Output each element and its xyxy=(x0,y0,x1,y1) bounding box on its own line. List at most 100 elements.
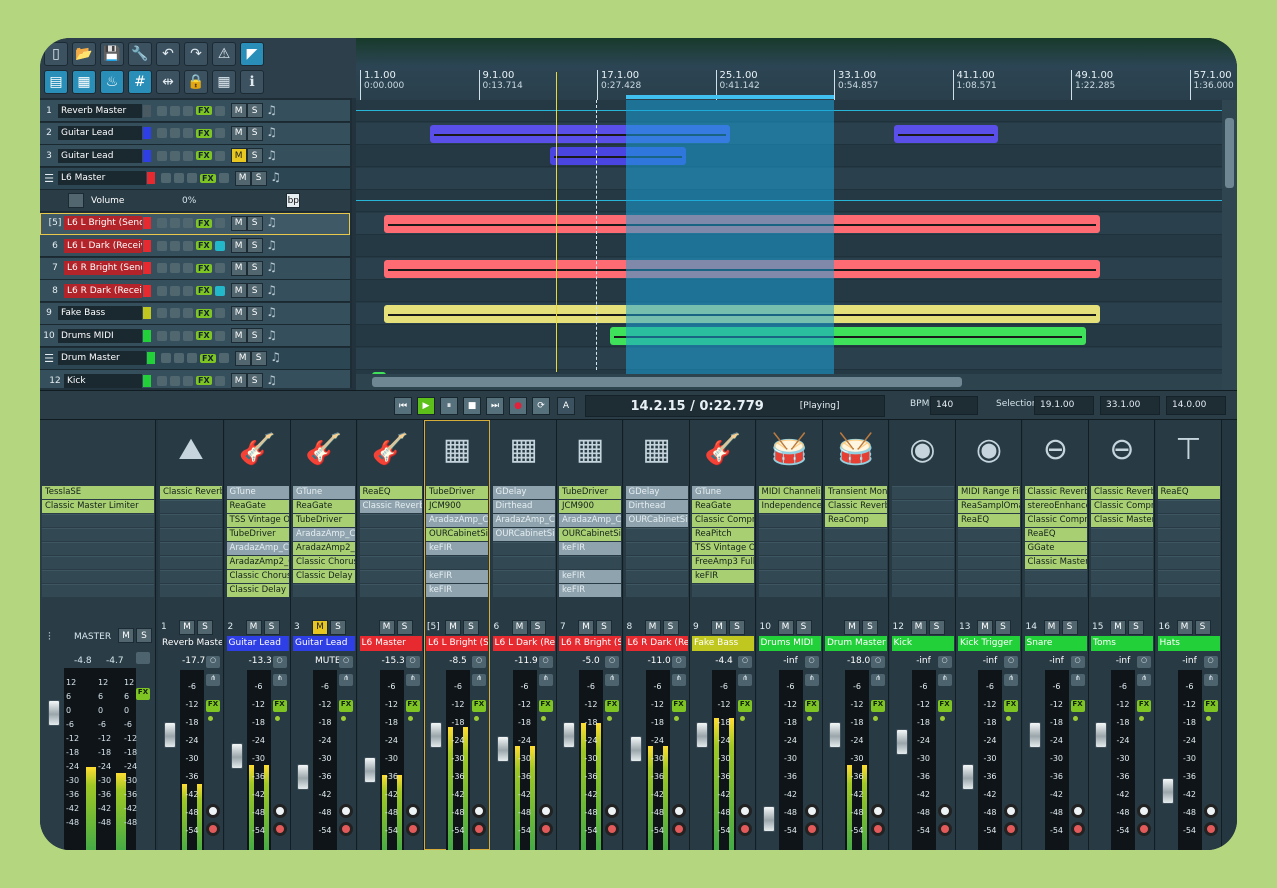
empty-fx-slot[interactable] xyxy=(1091,556,1153,569)
empty-fx-slot[interactable] xyxy=(1091,528,1153,541)
pan-knob-icon[interactable]: ○ xyxy=(538,656,553,668)
empty-fx-slot[interactable] xyxy=(160,570,222,583)
phase-icon[interactable] xyxy=(187,173,197,183)
rec-arm-icon[interactable] xyxy=(174,173,184,183)
empty-fx-slot[interactable] xyxy=(1024,570,1087,583)
empty-fx-slot[interactable] xyxy=(692,584,754,597)
width-icon[interactable]: ⋔ xyxy=(405,674,420,686)
strip-solo-button[interactable]: S xyxy=(396,619,413,635)
volume-fader[interactable] xyxy=(629,736,642,762)
rec-arm-icon[interactable] xyxy=(170,263,180,273)
io-icon[interactable] xyxy=(218,353,229,363)
io-icon[interactable] xyxy=(214,285,225,296)
envelope-arm-button[interactable] xyxy=(68,193,84,208)
fx-slot[interactable]: MIDI Range Filte xyxy=(958,486,1020,499)
pan-knob-icon[interactable]: ○ xyxy=(272,656,287,668)
fx-slot[interactable]: ReaGate xyxy=(226,500,289,513)
width-icon[interactable]: ⋔ xyxy=(1070,674,1085,686)
empty-fx-slot[interactable] xyxy=(359,514,422,527)
undo-icon[interactable]: ↶ xyxy=(156,42,180,66)
save-icon[interactable]: 💾 xyxy=(100,42,124,66)
phase-icon[interactable] xyxy=(183,308,193,318)
wrench-icon[interactable]: 🔧 xyxy=(128,42,152,66)
fx-button[interactable]: FX xyxy=(200,353,216,363)
strip-solo-button[interactable]: S xyxy=(263,619,280,635)
fx-slot[interactable]: FreeAmp3 Full xyxy=(692,556,754,569)
fx-slot[interactable]: stereoEnhancer xyxy=(1024,500,1087,513)
rec-arm-icon[interactable] xyxy=(170,375,180,386)
kick-icon[interactable]: ♫ xyxy=(263,373,281,389)
solo-button[interactable]: S xyxy=(246,103,263,118)
empty-fx-slot[interactable] xyxy=(492,570,555,583)
master-fader[interactable] xyxy=(48,700,60,726)
fx-slot[interactable]: TSS Vintage Ovi xyxy=(692,542,754,555)
fx-slot[interactable]: ReaGate xyxy=(692,500,754,513)
empty-fx-slot[interactable] xyxy=(891,542,954,555)
empty-fx-slot[interactable] xyxy=(492,556,555,569)
fx-button[interactable]: FX xyxy=(196,218,212,228)
rec-monitor-icon[interactable] xyxy=(1004,804,1018,818)
open-icon[interactable]: 📂 xyxy=(72,42,96,66)
strip-solo-button[interactable]: S xyxy=(928,619,945,635)
rec-arm-icon[interactable] xyxy=(170,150,180,161)
phase-icon[interactable] xyxy=(183,285,193,296)
fx-slot[interactable]: ReaEQ xyxy=(958,514,1020,527)
strip-mute-button[interactable]: M xyxy=(777,619,794,635)
track-name[interactable]: Reverb Master xyxy=(58,103,142,118)
vertical-scroll-thumb[interactable] xyxy=(1225,118,1234,188)
empty-fx-slot[interactable] xyxy=(958,556,1020,569)
track-name[interactable]: Drum Master xyxy=(58,351,146,365)
strip-fx-button[interactable]: FX xyxy=(804,700,819,712)
strip-mute-button[interactable]: M xyxy=(910,619,927,635)
fx-slot[interactable]: AradazAmp_Cr xyxy=(559,514,621,527)
rec-arm-icon[interactable] xyxy=(272,822,287,836)
empty-fx-slot[interactable] xyxy=(625,556,688,569)
track-color[interactable] xyxy=(143,239,151,252)
strip-name[interactable]: Fake Bass xyxy=(692,636,754,651)
strip-solo-button[interactable]: S xyxy=(862,619,878,635)
empty-fx-slot[interactable] xyxy=(160,542,222,555)
volume-fader[interactable] xyxy=(496,736,509,762)
empty-fx-slot[interactable] xyxy=(359,528,422,541)
keyboard-icon[interactable]: ▦ xyxy=(212,70,236,94)
track-color[interactable] xyxy=(143,217,151,229)
fx-slot[interactable]: keFIR xyxy=(559,584,621,597)
fx-slot[interactable]: Dirthead xyxy=(492,500,555,513)
empty-fx-slot[interactable] xyxy=(559,556,621,569)
fx-slot[interactable]: GTune xyxy=(692,486,754,499)
phase-icon[interactable] xyxy=(183,218,193,228)
selection-end-field[interactable]: 33.1.00 xyxy=(1100,396,1160,415)
empty-fx-slot[interactable] xyxy=(891,528,954,541)
horizontal-scroll-thumb[interactable] xyxy=(372,377,962,387)
empty-fx-slot[interactable] xyxy=(1157,500,1220,513)
fx-slot[interactable]: AradazAmp_Cr xyxy=(293,528,355,541)
rec-arm-icon[interactable] xyxy=(170,330,180,341)
rec-monitor-icon[interactable] xyxy=(1070,804,1085,818)
strip-name[interactable]: L6 R Dark (Receive) xyxy=(625,636,688,651)
pan-knob-icon[interactable]: ○ xyxy=(1070,656,1085,668)
empty-fx-slot[interactable] xyxy=(359,584,422,597)
mute-button[interactable]: M xyxy=(234,350,251,366)
empty-fx-slot[interactable] xyxy=(1157,528,1220,541)
routing-icon[interactable]: ⫶ xyxy=(48,630,51,644)
strip-fx-button[interactable]: FX xyxy=(472,700,486,712)
fx-slot[interactable]: AradazAmp2_G xyxy=(226,556,289,569)
rec-monitor-icon[interactable] xyxy=(804,804,819,818)
rec-arm-icon[interactable] xyxy=(170,308,180,318)
strip-fx-button[interactable]: FX xyxy=(871,700,885,712)
empty-fx-slot[interactable] xyxy=(891,514,954,527)
empty-fx-slot[interactable] xyxy=(160,584,222,597)
mute-button[interactable]: M xyxy=(234,170,251,186)
strip-mute-button[interactable]: M xyxy=(445,619,461,635)
grid-icon[interactable]: ♫ xyxy=(263,283,281,299)
strip-name[interactable]: L6 R Bright (Send) xyxy=(559,636,621,651)
width-icon[interactable]: ⋔ xyxy=(1004,674,1018,686)
timeline-ruler[interactable]: 1.1.00 0:00.000 9.1.00 0:13.714 17.1.00 0:27.… xyxy=(356,38,1237,100)
pan-knob-icon[interactable]: ○ xyxy=(339,656,353,668)
track-color[interactable] xyxy=(147,352,155,364)
fx-button[interactable]: FX xyxy=(196,331,212,340)
io-icon[interactable] xyxy=(218,173,229,183)
empty-fx-slot[interactable] xyxy=(42,584,154,597)
pan-knob-icon[interactable]: ○ xyxy=(671,656,686,668)
record-button[interactable]: ● xyxy=(509,397,527,415)
